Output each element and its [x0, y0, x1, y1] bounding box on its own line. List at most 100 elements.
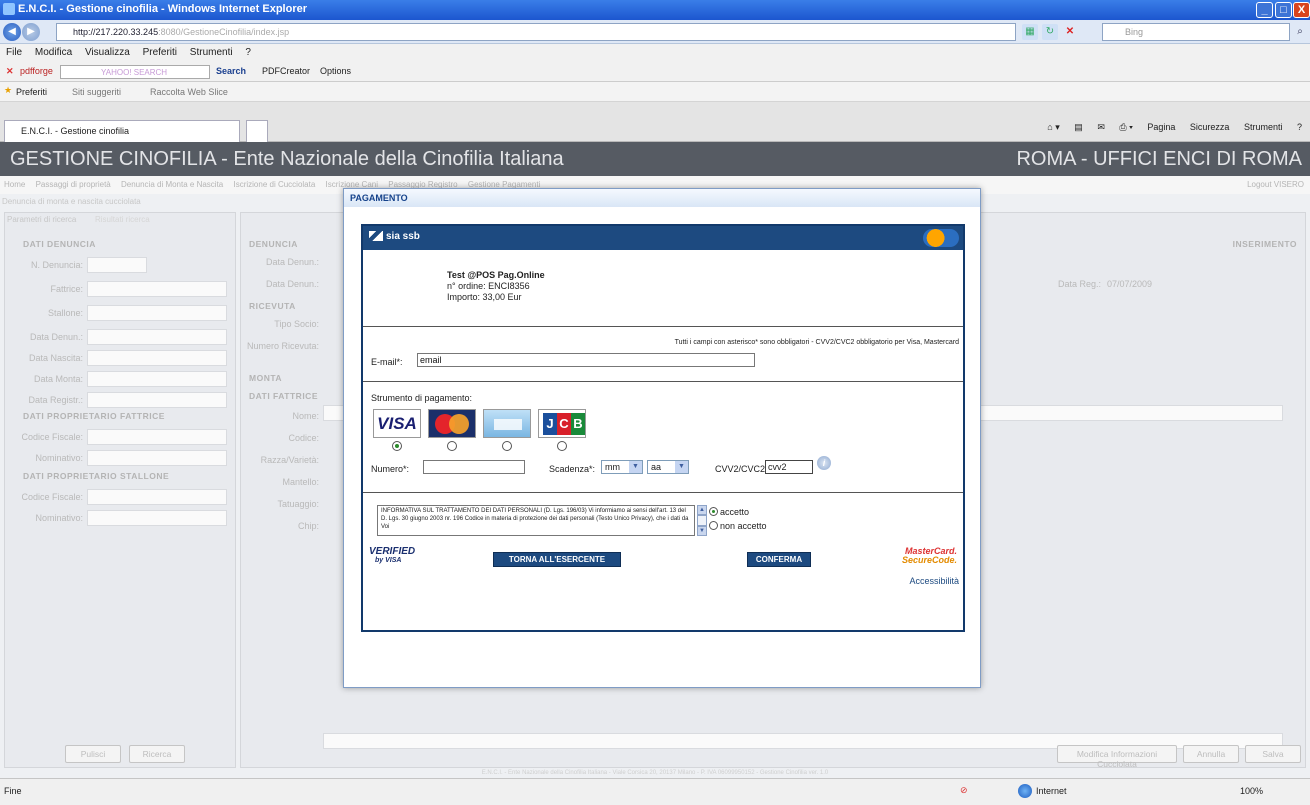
field-stallone[interactable] — [87, 305, 227, 321]
jcb-icon[interactable]: JCB — [538, 409, 586, 438]
feeds-icon[interactable]: ▤ — [1074, 122, 1083, 132]
radio-jcb[interactable] — [557, 441, 567, 451]
app-menu-cucciolata[interactable]: Iscrizione di Cucciolata — [233, 180, 315, 189]
radio-amex[interactable] — [502, 441, 512, 451]
back-button[interactable]: ◀ — [3, 23, 21, 41]
tab-parametri[interactable]: Parametri di ricerca — [7, 215, 76, 224]
expiry-year-select[interactable]: aa ▼ — [647, 460, 689, 474]
field-cf-stallone[interactable] — [87, 489, 227, 505]
verified-by-visa-logo: VERIFIED by VISA — [369, 546, 416, 565]
expiry-month-select[interactable]: mm ▼ — [601, 460, 643, 474]
annulla-button[interactable]: Annulla — [1183, 745, 1239, 763]
radio-mastercard[interactable] — [447, 441, 457, 451]
field-data-nascita[interactable] — [87, 350, 227, 366]
yahoo-search-input[interactable]: YAHOO! SEARCH — [60, 65, 210, 79]
tools-menu[interactable]: Strumenti — [1244, 122, 1283, 132]
app-menu-home[interactable]: Home — [4, 180, 25, 189]
search-button[interactable]: Search — [216, 66, 246, 76]
menu-strumenti[interactable]: Strumenti — [190, 47, 233, 58]
options-button[interactable]: Options — [320, 66, 351, 76]
field-cf-fattrice[interactable] — [87, 429, 227, 445]
minimize-button[interactable]: _ — [1256, 2, 1273, 18]
visa-card-icon[interactable]: VISA — [373, 409, 421, 438]
menu-file[interactable]: File — [6, 47, 22, 58]
tab-risultati[interactable]: Risultati ricerca — [95, 215, 150, 224]
mastercard-icon[interactable] — [428, 409, 476, 438]
app-title: GESTIONE CINOFILIA - Ente Nazionale dell… — [10, 148, 564, 170]
pdfcreator-button[interactable]: PDFCreator — [262, 66, 310, 76]
close-button[interactable]: X — [1293, 2, 1310, 18]
info-icon[interactable]: i — [817, 456, 831, 470]
security-menu[interactable]: Sicurezza — [1190, 122, 1230, 132]
label-data-registr: Data Registr.: — [28, 395, 83, 405]
mail-icon[interactable]: ✉ — [1097, 122, 1105, 132]
compat-icon[interactable]: ▦ — [1022, 24, 1038, 40]
close-toolbar-icon[interactable]: ✕ — [6, 66, 14, 77]
radio-visa[interactable] — [392, 441, 402, 451]
search-icon[interactable]: ⌕ — [1292, 24, 1308, 40]
non-accetto-label: non accetto — [720, 521, 767, 531]
confirm-button[interactable]: CONFERMA — [747, 552, 811, 567]
menu-visualizza[interactable]: Visualizza — [85, 47, 130, 58]
email-field[interactable]: email — [417, 353, 755, 367]
zoom-level[interactable]: 100% — [1240, 786, 1263, 796]
search-input[interactable]: Bing — [1102, 23, 1290, 41]
salva-button[interactable]: Salva — [1245, 745, 1301, 763]
stop-icon[interactable]: ✕ — [1062, 24, 1078, 40]
label-data-monta: Data Monta: — [33, 374, 83, 384]
back-to-merchant-button[interactable]: TORNA ALL'ESERCENTE — [493, 552, 621, 567]
label-data-nascita: Data Nascita: — [28, 353, 83, 363]
section-dati-fattrice: DATI FATTRICE — [249, 391, 318, 401]
window-title: E.N.C.I. - Gestione cinofilia - Windows … — [18, 3, 307, 15]
divider — [363, 381, 963, 382]
payment-modal: PAGAMENTO sia ssb Test @POS Pag.Online n… — [343, 188, 981, 688]
field-nominativo-stallone[interactable] — [87, 510, 227, 526]
cvv-field[interactable]: cvv2 — [765, 460, 813, 474]
menu-preferiti[interactable]: Preferiti — [143, 47, 177, 58]
section-proprietario-stallone: DATI PROPRIETARIO STALLONE — [23, 471, 170, 481]
app-menu-denuncia[interactable]: Denuncia di Monta e Nascita — [121, 180, 223, 189]
ricerca-button[interactable]: Ricerca — [129, 745, 185, 763]
menu-modifica[interactable]: Modifica — [35, 47, 72, 58]
pulisci-button[interactable]: Pulisci — [65, 745, 121, 763]
field-data-denun[interactable] — [87, 329, 227, 345]
print-icon[interactable]: ⎙ ▾ — [1119, 122, 1132, 132]
home-icon[interactable]: ⌂ ▾ — [1047, 122, 1059, 132]
payment-frame: sia ssb Test @POS Pag.Online n° ordine: … — [361, 224, 965, 632]
card-number-field[interactable] — [423, 460, 525, 474]
field-n-denuncia[interactable] — [87, 257, 147, 273]
accessibility-link[interactable]: Accessibilità — [909, 576, 959, 586]
main-label-razza: Razza/Varietà: — [260, 455, 319, 465]
radio-non-accetto[interactable] — [709, 521, 718, 530]
main-label-tatuaggio: Tatuaggio: — [277, 499, 319, 509]
modifica-info-button[interactable]: Modifica Informazioni Cucciolata — [1057, 745, 1177, 769]
maximize-button[interactable]: □ — [1275, 2, 1292, 18]
section-dati-denuncia: DATI DENUNCIA — [23, 239, 96, 249]
field-data-monta[interactable] — [87, 371, 227, 387]
field-data-registr[interactable] — [87, 392, 227, 408]
amex-icon[interactable] — [483, 409, 531, 438]
web-slice-gallery[interactable]: Raccolta Web Slice — [150, 87, 228, 97]
privacy-status-icon[interactable]: ⊘ — [960, 785, 968, 796]
field-fattrice[interactable] — [87, 281, 227, 297]
section-proprietario-fattrice: DATI PROPRIETARIO FATTRICE — [23, 411, 165, 421]
divider — [363, 326, 963, 327]
menu-help[interactable]: ? — [245, 47, 251, 58]
app-menu-passaggi[interactable]: Passaggi di proprietà — [36, 180, 111, 189]
radio-accetto[interactable] — [709, 507, 718, 516]
main-label-ricevuta: Numero Ricevuta: — [246, 341, 319, 351]
suggested-sites[interactable]: Siti suggeriti — [72, 87, 121, 97]
page-menu[interactable]: Pagina — [1147, 122, 1175, 132]
address-bar[interactable]: http://217.220.33.245:8080/GestioneCinof… — [56, 23, 1016, 41]
privacy-textarea[interactable]: INFORMATIVA SUL TRATTAMENTO DEI DATI PER… — [377, 505, 695, 536]
refresh-icon[interactable]: ↻ — [1042, 24, 1058, 40]
help-icon[interactable]: ? — [1297, 122, 1302, 132]
favorites-button[interactable]: Preferiti — [16, 87, 47, 97]
new-tab-button[interactable] — [246, 120, 268, 142]
field-nominativo-fattrice[interactable] — [87, 450, 227, 466]
logout-link[interactable]: Logout VISERO — [1247, 180, 1304, 189]
forward-button[interactable]: ▶ — [22, 23, 40, 41]
privacy-scrollbar[interactable]: ▲ ▼ — [697, 505, 707, 536]
label-cf-fattrice: Codice Fiscale: — [21, 432, 83, 442]
browser-tab[interactable]: E.N.C.I. - Gestione cinofilia — [4, 120, 240, 142]
